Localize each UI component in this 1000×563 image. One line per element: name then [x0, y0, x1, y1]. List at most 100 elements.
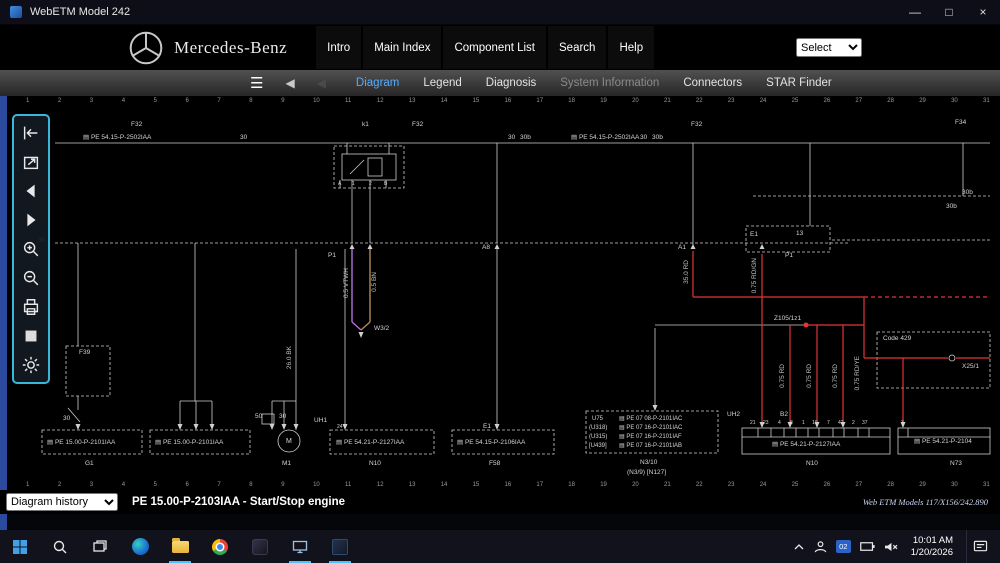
zoom-out-icon[interactable]	[17, 264, 45, 292]
diagram-label: F32	[691, 121, 703, 128]
nav-item-intro[interactable]: Intro	[316, 26, 362, 69]
previous-page-icon[interactable]	[17, 177, 45, 205]
diagram-label: F32	[412, 121, 424, 128]
diagram-label: 42	[838, 420, 844, 426]
ruler-number: 19	[600, 482, 607, 488]
diagram-label: (N3/9) [N127]	[627, 469, 667, 476]
minimize-button[interactable]: —	[898, 0, 932, 24]
fit-to-window-icon[interactable]	[17, 148, 45, 176]
window-title: WebETM Model 242	[30, 6, 131, 18]
ruler-number: 16	[504, 482, 512, 488]
diagram-history-select[interactable]: Diagram history	[6, 493, 118, 511]
start-button[interactable]	[0, 530, 40, 563]
diagram-label: 3	[901, 420, 904, 426]
diagram-label: 30	[63, 415, 71, 422]
next-page-icon[interactable]	[17, 206, 45, 234]
diagram-toolbar	[12, 114, 50, 384]
footer-note: Web ETM Models 117/X156/242.890	[862, 497, 988, 507]
diagram-label: F39	[79, 349, 91, 356]
diagram-label: ▤ PE 15.00-P-2101IAA	[155, 439, 224, 446]
ruler-number: 12	[376, 482, 384, 488]
app-header: Mercedes-Benz Intro Main Index Component L…	[0, 25, 1000, 70]
ruler-number: 29	[919, 482, 926, 488]
diagram-label: (U315)	[589, 434, 608, 440]
diagram-label: W3/2	[374, 325, 390, 332]
diagram-label: 30b	[520, 134, 531, 141]
tab-legend[interactable]: Legend	[411, 77, 473, 89]
battery-icon[interactable]	[859, 541, 875, 552]
brand-name: Mercedes-Benz	[174, 37, 288, 57]
maximize-button[interactable]: □	[932, 0, 966, 24]
window-titlebar: WebETM Model 242 — □ ×	[0, 0, 1000, 25]
diagram-label: 30b	[652, 134, 663, 141]
diagram-label: ▤ PE 54.15-P-2106IAA	[457, 439, 526, 446]
diagram-label: 0.75 RD	[832, 364, 839, 388]
ruler-number: 5	[153, 482, 157, 488]
ruler-number: 15	[472, 482, 480, 488]
taskbar-search-icon[interactable]	[40, 530, 80, 563]
model-select[interactable]: Select	[796, 38, 862, 57]
back-icon[interactable]: ◀	[317, 76, 326, 90]
ruler-number: 10	[313, 482, 320, 488]
ruler-number: 23	[727, 482, 735, 488]
volume-muted-icon[interactable]	[884, 541, 898, 553]
monitor-icon	[292, 540, 308, 553]
taskbar-app-webetm[interactable]	[320, 530, 360, 563]
taskbar-clock[interactable]: 10:01 AM 1/20/2026	[907, 535, 957, 559]
diagram-label: X25/1	[962, 363, 979, 370]
action-center-icon[interactable]	[966, 530, 994, 563]
tab-connectors[interactable]: Connectors	[671, 77, 754, 89]
taskbar-app-dark[interactable]	[240, 530, 280, 563]
diagram-label: 30	[640, 134, 648, 141]
main-nav: Intro Main Index Component List Search Help	[315, 25, 655, 70]
wiring-diagram-canvas[interactable]: 1 2 3 4 5 6 7 8 9 10 11 12 13 14 15 16 17 18 19 20 21 22 23 24 2…	[0, 96, 1000, 490]
tab-diagram[interactable]: Diagram	[344, 77, 411, 89]
nav-item-search[interactable]: Search	[548, 26, 607, 69]
diagram-label: M	[286, 438, 292, 445]
diagram-label: ▤ PE 54.21-P-2104	[914, 438, 972, 445]
task-view-icon[interactable]	[80, 530, 120, 563]
zoom-in-icon[interactable]	[17, 235, 45, 263]
diagram-label: 2	[852, 420, 855, 426]
diagram-label: 30	[508, 134, 516, 141]
mercedes-star-icon	[129, 31, 163, 64]
diagram-label: A	[338, 181, 342, 187]
diagram-label: 1	[352, 181, 355, 187]
tab-star-finder[interactable]: STAR Finder	[754, 77, 844, 89]
taskbar-app-monitor[interactable]	[280, 530, 320, 563]
toolbar: ☰ ◀ ◀ Diagram Legend Diagnosis System Infor…	[0, 70, 1000, 96]
diagram-label: ▤ PE 54.21-P-2127IAA	[336, 439, 405, 446]
diagram-label: E1	[483, 423, 491, 430]
webetm-app-icon	[332, 538, 348, 555]
app-icon	[10, 6, 22, 18]
desktop	[0, 514, 1000, 530]
tab-diagnosis[interactable]: Diagnosis	[474, 77, 549, 89]
nav-item-component-list[interactable]: Component List	[443, 26, 546, 69]
taskbar-app-edge[interactable]	[120, 530, 160, 563]
close-button[interactable]: ×	[966, 0, 1000, 24]
diagram-label: N10	[369, 460, 381, 467]
taskbar-app-chrome[interactable]	[200, 530, 240, 563]
diagram-label: 50	[255, 413, 263, 420]
taskbar-app-file-explorer[interactable]	[160, 530, 200, 563]
nav-item-main-index[interactable]: Main Index	[363, 26, 442, 69]
invert-colors-icon[interactable]	[17, 322, 45, 350]
tray-badge[interactable]: 02	[835, 540, 851, 553]
tab-system-information[interactable]: System Information	[548, 77, 671, 89]
hidden-icons-chevron-icon[interactable]	[793, 541, 805, 553]
diagram-label: Z105/1z1	[774, 315, 802, 322]
diagram-label: UH2	[727, 411, 741, 418]
menu-icon[interactable]: ☰	[250, 76, 263, 91]
exit-diagram-icon[interactable]	[17, 119, 45, 147]
diagram-label: 0.5 BN	[371, 272, 378, 292]
nav-item-help[interactable]: Help	[608, 26, 655, 69]
brand: Mercedes-Benz	[128, 30, 287, 66]
contact-icon[interactable]	[814, 540, 827, 553]
ruler-number: 4	[121, 482, 126, 488]
print-icon[interactable]	[17, 293, 45, 321]
diagram-label: 8	[790, 420, 793, 426]
diagram-label: 13	[796, 230, 804, 237]
brightness-icon[interactable]	[17, 351, 45, 379]
first-page-icon[interactable]: ◀	[285, 76, 294, 90]
ruler-number: 20	[632, 482, 639, 488]
